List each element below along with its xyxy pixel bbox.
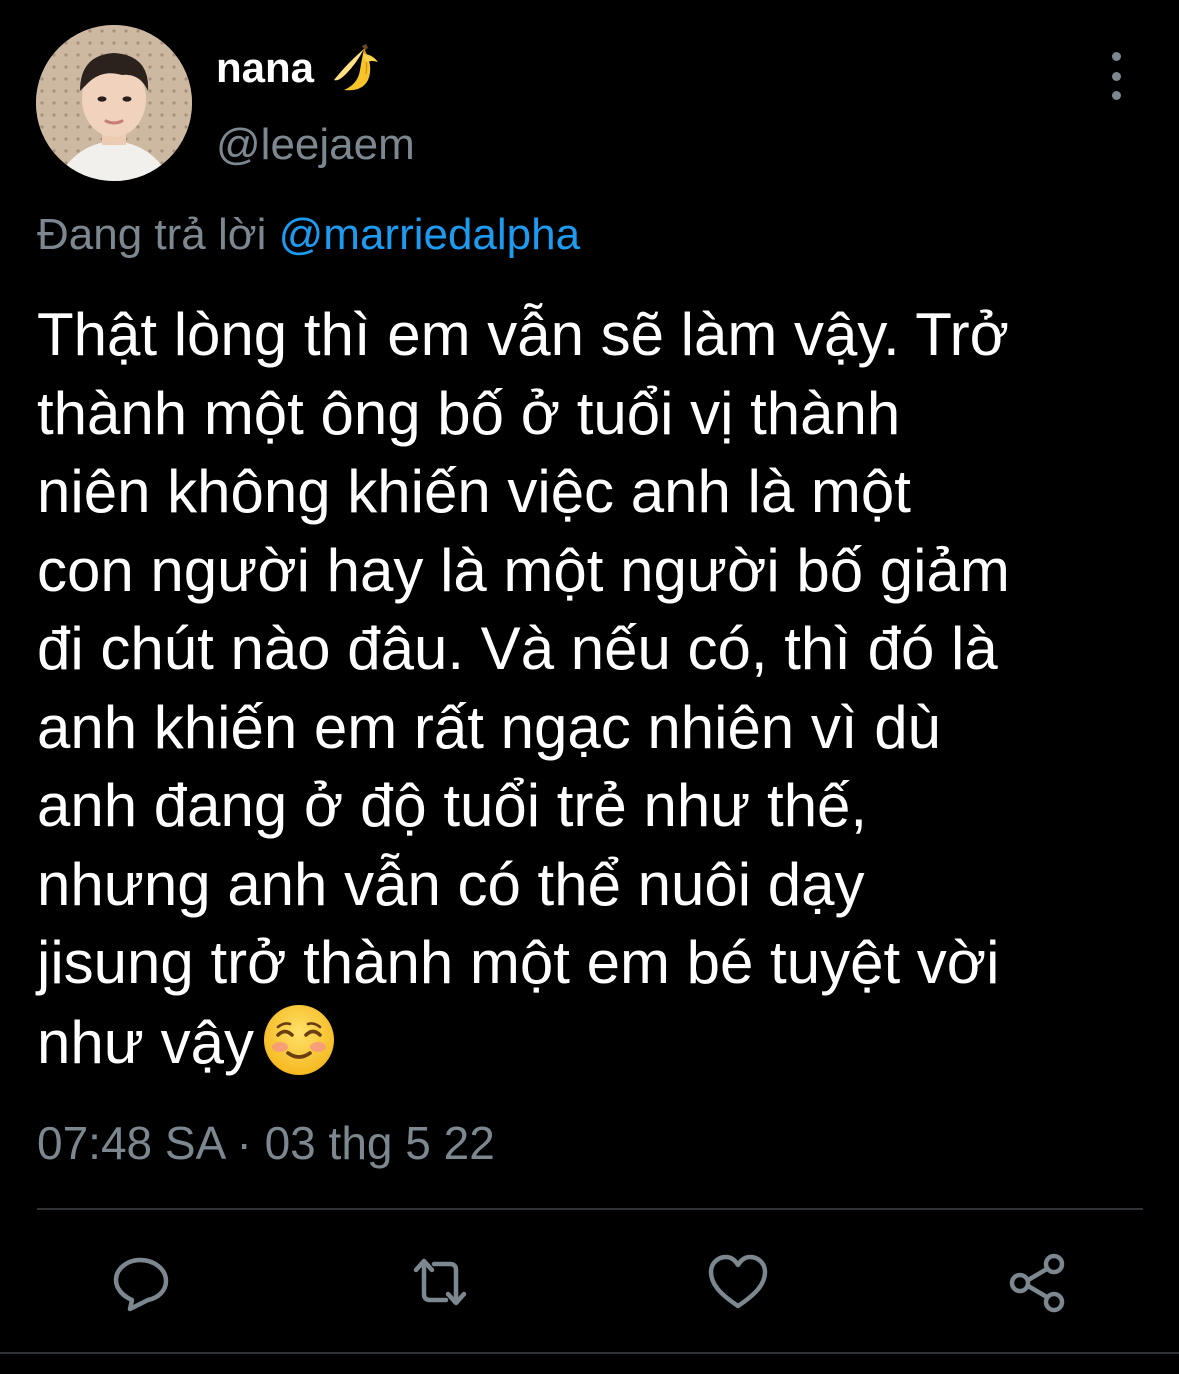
divider <box>0 1352 1179 1354</box>
dot <box>1111 91 1121 100</box>
tweet-text-line: Thật lòng thì em vẫn sẽ làm vậy. Trở <box>37 301 1009 368</box>
share-button[interactable] <box>1006 1250 1070 1314</box>
tweet-text-line: jisung trở thành một em bé tuyệt vời <box>37 929 1000 996</box>
tweet-text: Thật lòng thì em vẫn sẽ làm vậy. Trở thà… <box>37 296 1147 1082</box>
tweet-text-line: anh đang ở độ tuổi trẻ như thế, <box>37 772 868 839</box>
avatar[interactable] <box>36 25 192 181</box>
tweet-text-line: đi chút nào đâu. Và nếu có, thì đó là <box>37 615 998 682</box>
more-options-icon[interactable] <box>1094 52 1138 100</box>
retweet-button[interactable] <box>408 1250 472 1314</box>
replying-to: Đang trả lời @marriedalpha <box>37 210 580 260</box>
replying-to-label: Đang trả lời <box>37 210 267 259</box>
retweet-icon <box>413 1258 467 1306</box>
tweet-text-line: thành một ông bố ở tuổi vị thành <box>37 379 901 447</box>
speech-bubble-icon <box>113 1257 169 1312</box>
share-icon <box>1009 1253 1065 1313</box>
user-handle[interactable]: @leejaem <box>216 120 415 170</box>
tweet-text-line: nhưng anh vẫn có thể nuôi dạy <box>37 850 865 918</box>
dot <box>1111 52 1121 61</box>
tweet-detail: nana @leejaem Đang trả lời @marriedalpha… <box>0 0 1179 1374</box>
smiling-face-emoji <box>262 1003 336 1077</box>
dot <box>1111 71 1121 81</box>
tweet-text-line: niên không khiến việc anh là một <box>37 458 911 525</box>
replying-to-mention[interactable]: @marriedalpha <box>279 210 580 259</box>
tweet-text-line: như vậy <box>37 1008 254 1076</box>
tweet-text-last-line: như vậy <box>37 1003 1147 1083</box>
display-name[interactable]: nana <box>216 44 314 92</box>
tweet-timestamp[interactable]: 07:48 SA · 03 thg 5 22 <box>37 1116 495 1170</box>
divider <box>37 1208 1143 1210</box>
like-button[interactable] <box>706 1250 770 1314</box>
banana-emoji <box>328 40 384 96</box>
avatar-photo <box>36 25 192 181</box>
action-bar <box>0 1240 1179 1324</box>
tweet-text-line: con người hay là một người bố giảm <box>37 536 1010 604</box>
display-name-row[interactable]: nana <box>216 38 384 98</box>
reply-button[interactable] <box>110 1250 174 1314</box>
tweet-text-line: anh khiến em rất ngạc nhiên vì dù <box>37 693 941 761</box>
heart-icon <box>708 1254 768 1309</box>
